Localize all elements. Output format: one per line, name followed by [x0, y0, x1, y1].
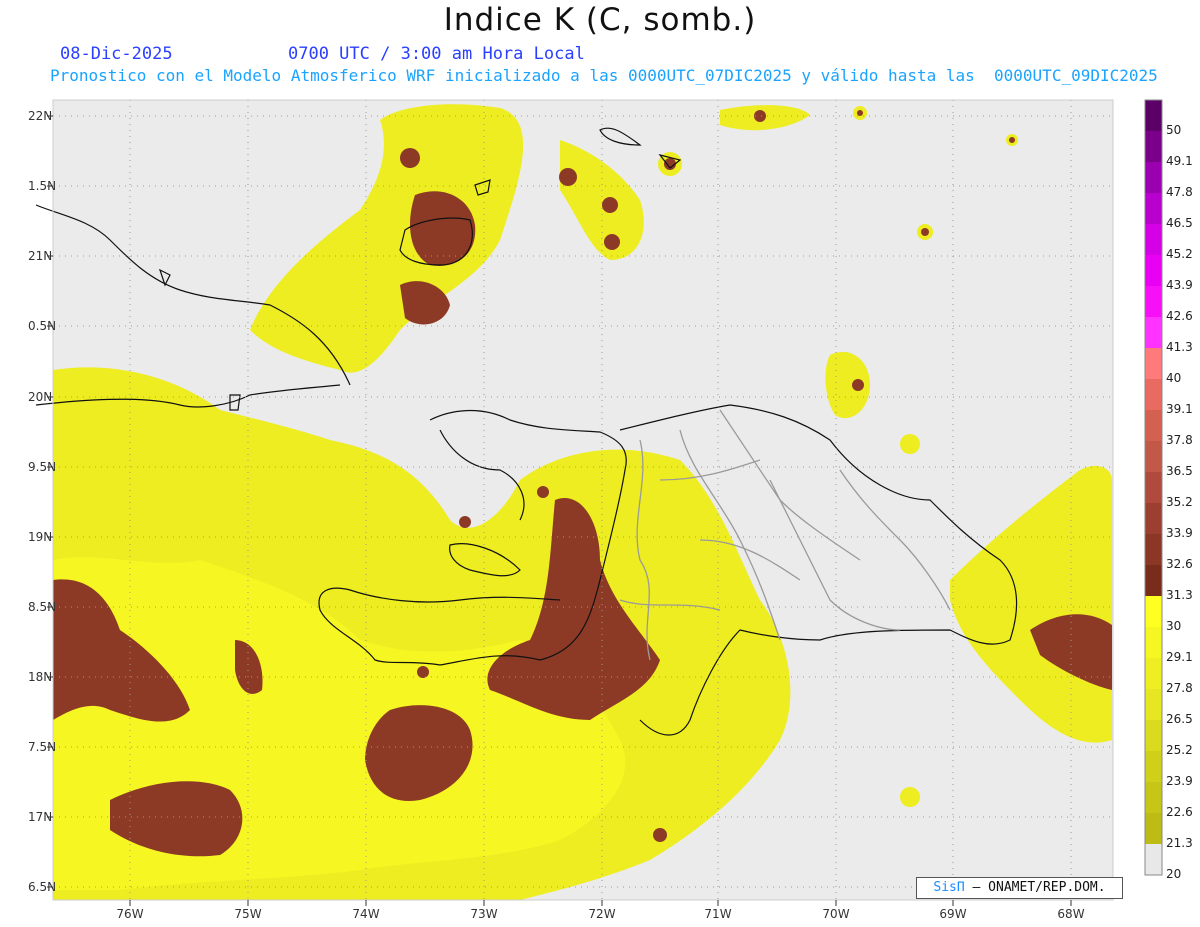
- colorbar-label: 23.9: [1166, 774, 1193, 788]
- colorbar-swatch: [1145, 596, 1162, 627]
- colorbar-swatch: [1145, 441, 1162, 472]
- credit-box: SisΠ – ONAMET/REP.DOM.: [916, 877, 1123, 899]
- colorbar-swatch: [1145, 534, 1162, 565]
- colorbar-swatch: [1145, 100, 1162, 131]
- model-description: Pronostico con el Modelo Atmosferico WRF…: [50, 66, 1158, 85]
- colorbar-swatch: [1145, 348, 1162, 379]
- colorbar-swatch: [1145, 255, 1162, 286]
- sispi-logo: SisΠ: [933, 880, 965, 895]
- colorbar-swatch: [1145, 627, 1162, 658]
- colorbar: 50 49.1 47.8 46.5 45.2 43.9 42.6 41.3 40 39.1 37.8…: [1144, 99, 1193, 881]
- latitude-labels: 22N1.5N21N0.5N20N9.5N19N8.5N18N7.5N17N6.…: [28, 109, 56, 894]
- colorbar-label: 25.2: [1166, 743, 1193, 757]
- map-title: Indice K (C, somb.): [443, 2, 757, 38]
- lon-label: 69W: [939, 907, 966, 921]
- colorbar-swatch: [1145, 410, 1162, 441]
- colorbar-label: 30: [1166, 619, 1181, 633]
- colorbar-swatch: [1145, 131, 1162, 162]
- colorbar-label: 45.2: [1166, 247, 1193, 261]
- colorbar-swatch: [1145, 689, 1162, 720]
- colorbar-swatch: [1145, 720, 1162, 751]
- colorbar-label: 40: [1166, 371, 1181, 385]
- colorbar-label: 49.1: [1166, 154, 1193, 168]
- colorbar-swatch: [1145, 658, 1162, 689]
- colorbar-swatch: [1145, 503, 1162, 534]
- colorbar-swatch: [1145, 286, 1162, 317]
- colorbar-label: 33.9: [1166, 526, 1193, 540]
- lon-label: 74W: [352, 907, 379, 921]
- colorbar-swatch: [1145, 379, 1162, 410]
- colorbar-label: 35.2: [1166, 495, 1193, 509]
- colorbar-swatch: [1145, 224, 1162, 255]
- colorbar-label: 46.5: [1166, 216, 1193, 230]
- colorbar-swatch: [1145, 782, 1162, 813]
- colorbar-label: 26.5: [1166, 712, 1193, 726]
- colorbar-swatch: [1145, 844, 1162, 875]
- colorbar-label: 47.8: [1166, 185, 1193, 199]
- lon-label: 72W: [588, 907, 615, 921]
- colorbar-label: 27.8: [1166, 681, 1193, 695]
- colorbar-label: 20: [1166, 867, 1181, 881]
- colorbar-swatch: [1145, 162, 1162, 193]
- colorbar-label: 32.6: [1166, 557, 1193, 571]
- lon-label: 71W: [704, 907, 731, 921]
- colorbar-swatch: [1145, 472, 1162, 503]
- colorbar-swatch: [1145, 813, 1162, 844]
- k-index-map: 22N1.5N21N0.5N20N9.5N19N8.5N18N7.5N17N6.…: [28, 99, 1193, 921]
- colorbar-label: 41.3: [1166, 340, 1193, 354]
- colorbar-swatch: [1145, 751, 1162, 782]
- colorbar-label: 36.5: [1166, 464, 1193, 478]
- lon-label: 76W: [116, 907, 143, 921]
- date-label: 08-Dic-2025: [60, 44, 173, 64]
- colorbar-label: 42.6: [1166, 309, 1193, 323]
- longitude-labels: 76W 75W 74W 73W 72W 71W 70W 69W 68W: [116, 900, 1085, 921]
- colorbar-swatch: [1145, 193, 1162, 224]
- credit-text: – ONAMET/REP.DOM.: [972, 880, 1106, 895]
- lon-label: 75W: [234, 907, 261, 921]
- colorbar-swatch: [1145, 317, 1162, 348]
- colorbar-swatch: [1145, 565, 1162, 596]
- time-label: 0700 UTC / 3:00 am Hora Local: [288, 44, 585, 64]
- colorbar-label: 39.1: [1166, 402, 1193, 416]
- colorbar-label: 50: [1166, 123, 1181, 137]
- lon-label: 70W: [822, 907, 849, 921]
- colorbar-label: 31.3: [1166, 588, 1193, 602]
- colorbar-label: 43.9: [1166, 278, 1193, 292]
- colorbar-label: 29.1: [1166, 650, 1193, 664]
- colorbar-label: 22.6: [1166, 805, 1193, 819]
- colorbar-label: 37.8: [1166, 433, 1193, 447]
- lon-label: 73W: [470, 907, 497, 921]
- lon-label: 68W: [1057, 907, 1084, 921]
- colorbar-label: 21.3: [1166, 836, 1193, 850]
